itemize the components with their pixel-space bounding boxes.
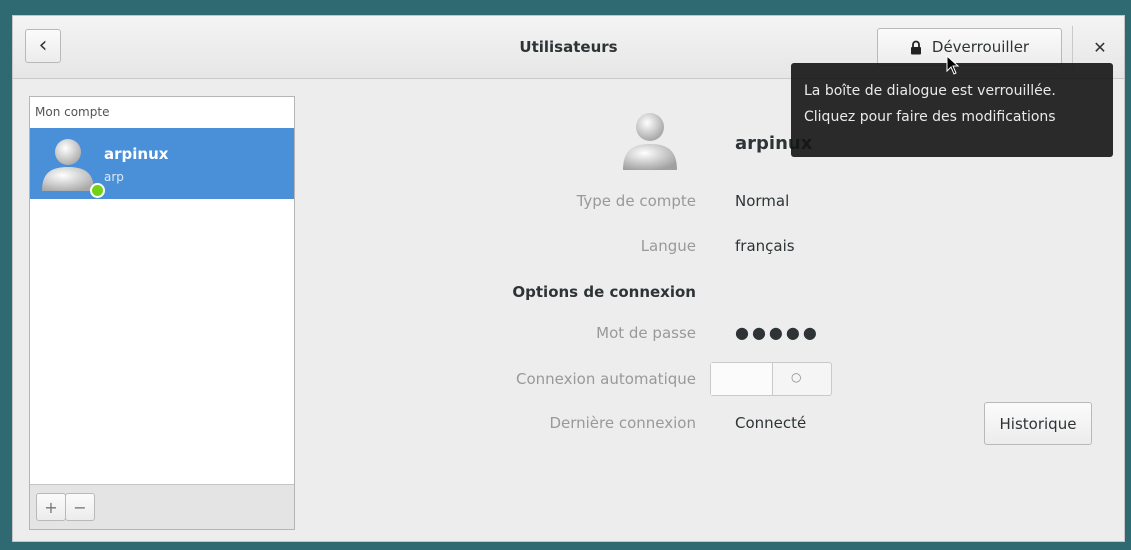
locked-tooltip: La boîte de dialogue est verrouillée. Cl… xyxy=(791,63,1113,157)
password-value[interactable]: ●●●●● xyxy=(735,323,820,342)
history-button[interactable]: Historique xyxy=(984,402,1092,445)
last-login-value: Connecté xyxy=(735,414,807,432)
lock-icon xyxy=(910,40,921,54)
password-label: Mot de passe xyxy=(596,324,696,342)
tooltip-line-1: La boîte de dialogue est verrouillée. xyxy=(804,83,1056,99)
language-value[interactable]: français xyxy=(735,237,795,255)
remove-user-button[interactable]: − xyxy=(65,493,95,521)
avatar xyxy=(42,139,94,191)
auto-login-label: Connexion automatique xyxy=(516,370,696,388)
login-options-heading: Options de connexion xyxy=(512,283,696,301)
mouse-pointer-icon xyxy=(946,55,960,75)
user-list-item[interactable]: arpinux arp xyxy=(30,128,294,199)
add-user-button[interactable]: + xyxy=(36,493,66,521)
unlock-button[interactable]: Déverrouiller xyxy=(877,28,1062,66)
language-label: Langue xyxy=(640,237,696,255)
user-login: arp xyxy=(104,170,124,184)
user-list-panel: Mon compte arpinux arp + − xyxy=(29,96,295,530)
online-status-icon xyxy=(90,183,105,198)
panel-toolbar: + − xyxy=(30,484,294,529)
account-type-value[interactable]: Normal xyxy=(735,192,789,210)
unlock-label: Déverrouiller xyxy=(931,38,1030,56)
user-avatar-large[interactable] xyxy=(621,110,679,172)
last-login-label: Dernière connexion xyxy=(549,414,696,432)
header-separator xyxy=(1072,26,1073,68)
user-name: arpinux xyxy=(104,145,169,163)
switch-knob xyxy=(711,363,773,395)
switch-off-icon: ○ xyxy=(791,370,802,384)
auto-login-switch[interactable]: ○ xyxy=(710,362,832,396)
close-icon[interactable]: ✕ xyxy=(1090,38,1110,58)
my-account-header: Mon compte xyxy=(35,105,110,119)
account-type-label: Type de compte xyxy=(576,192,696,210)
tooltip-line-2: Cliquez pour faire des modifications xyxy=(804,109,1056,125)
